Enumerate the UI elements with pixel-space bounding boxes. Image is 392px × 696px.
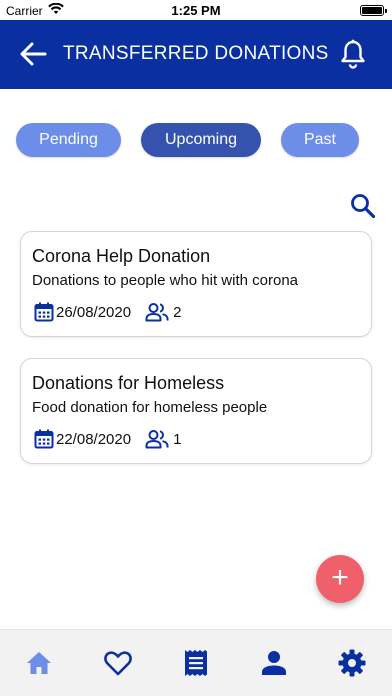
donation-people-count: 2 — [173, 303, 182, 321]
nav-favorites[interactable] — [103, 648, 133, 678]
donation-date: 22/08/2020 — [56, 430, 132, 448]
filter-pending[interactable]: Pending — [16, 123, 121, 157]
app-header: TRANSFERRED DONATIONS — [0, 20, 392, 89]
donation-description: Donations to people who hit with corona — [32, 272, 299, 289]
status-bar: Carrier 1:25 PM — [0, 0, 392, 20]
home-icon — [27, 652, 51, 674]
filter-past[interactable]: Past — [281, 123, 359, 157]
nav-home[interactable] — [24, 648, 54, 678]
filter-upcoming[interactable]: Upcoming — [141, 123, 261, 157]
back-arrow-icon[interactable] — [18, 40, 48, 68]
donation-date: 26/08/2020 — [56, 303, 132, 321]
donation-card[interactable]: Donations for Homeless Food donation for… — [20, 358, 372, 464]
calendar-icon — [34, 429, 54, 449]
heart-icon — [104, 651, 132, 676]
donation-meta: 22/08/2020 1 — [34, 428, 181, 450]
calendar-icon — [34, 302, 54, 322]
battery-icon — [360, 5, 387, 16]
bell-icon[interactable] — [340, 39, 366, 69]
people-icon — [145, 430, 169, 449]
donation-meta: 26/08/2020 2 — [34, 301, 181, 323]
page-title: TRANSFERRED DONATIONS — [63, 43, 329, 64]
donation-card[interactable]: Corona Help Donation Donations to people… — [20, 231, 372, 337]
person-icon — [262, 651, 286, 675]
people-icon — [145, 303, 169, 322]
nav-profile[interactable] — [259, 648, 289, 678]
donation-description: Food donation for homeless people — [32, 399, 268, 416]
search-icon[interactable] — [350, 193, 376, 219]
gear-icon — [338, 649, 366, 677]
donation-people-count: 1 — [173, 430, 182, 448]
app-screen: Carrier 1:25 PM TRANSFERRED DONATIONS Pe… — [0, 0, 392, 696]
bottom-nav — [0, 629, 392, 696]
receipt-icon — [185, 650, 207, 676]
donation-title: Donations for Homeless — [32, 373, 225, 393]
nav-receipts[interactable] — [181, 648, 211, 678]
clock: 1:25 PM — [171, 3, 221, 18]
add-donation-button[interactable]: + — [316, 555, 364, 603]
nav-settings[interactable] — [337, 648, 367, 678]
donation-title: Corona Help Donation — [32, 246, 211, 266]
